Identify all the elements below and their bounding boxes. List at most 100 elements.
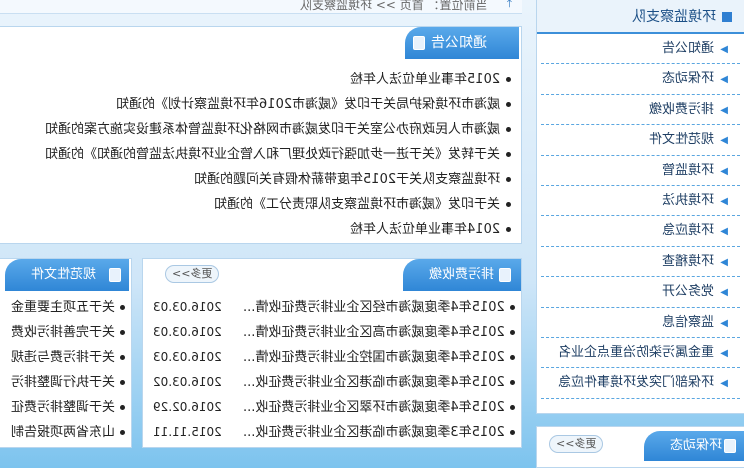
bullet-icon: [120, 405, 125, 410]
bullet-icon: [510, 305, 515, 310]
sidebar-item[interactable]: 重金属污染防治重点企业名 ◀: [541, 338, 740, 369]
notice-item-link[interactable]: 威海市人民政府办公室关于印发威海市网格化环境监管体系建设实施方案的通知: [45, 117, 500, 142]
bullet-icon: [510, 355, 515, 360]
fee-link[interactable]: 2015年4季度威海市环翠区企业排污费征收...: [243, 395, 505, 420]
notice-item-link[interactable]: 关于印发《威海市环境监察支队职责分工》的通知: [214, 192, 500, 217]
regulation-item[interactable]: 山东省两项报告制: [11, 420, 125, 445]
fee-item[interactable]: 2016.03.03 2015年4季度威海市高区企业排污费征收情...: [153, 320, 515, 345]
regulation-item[interactable]: 关于执行调整排污: [11, 370, 125, 395]
triangle-left-icon: ◀: [720, 44, 728, 55]
fee-link[interactable]: 2015年4季度威海市临港区企业排污费征收...: [243, 370, 505, 395]
sidebar-item[interactable]: 环保动态 ◀: [541, 64, 740, 95]
notice-item[interactable]: 威海市人民政府办公室关于印发威海市网格化环境监管体系建设实施方案的通知: [0, 117, 511, 142]
sidebar-item[interactable]: 通知公告 ◀: [541, 34, 740, 65]
notice-tab[interactable]: 通知公告: [405, 27, 519, 59]
notice-item[interactable]: 2015年事业单位法人年检: [0, 67, 511, 92]
triangle-left-icon: ◀: [720, 256, 728, 268]
regulation-item[interactable]: 关于完善排污收费: [11, 320, 125, 345]
sidebar: 环境监察支队 通知公告 ◀ 环保动态 ◀ 排污费收缴 ◀ 规范性文件 ◀ 环境监管 ◀ 环…: [536, 0, 744, 414]
document-icon: [724, 439, 736, 453]
notice-item-link[interactable]: 2014年事业单位法人年检: [350, 217, 500, 242]
fee-item[interactable]: 2016.03.03 2015年4季度威海市经区企业排污费征收情...: [153, 295, 515, 320]
fee-link[interactable]: 2015年3季度威海市临港区企业排污费征收...: [243, 420, 505, 445]
fee-item[interactable]: 2016.03.02 2015年4季度威海市临港区企业排污费征收...: [153, 370, 515, 395]
sidebar-item-label: 规范性文件: [649, 132, 715, 148]
regulation-item[interactable]: 关于五项主要重金: [11, 295, 125, 320]
notice-item[interactable]: 环境监察支队关于2015年度带薪休假有关问题的通知: [0, 167, 511, 192]
sidebar-item-label: 党务公开: [662, 284, 715, 300]
regulation-item[interactable]: 关于调整排污费征: [11, 395, 125, 420]
regulation-item[interactable]: 关于排污费与违规: [11, 345, 125, 370]
triangle-left-icon: ◀: [720, 104, 728, 116]
square-icon: [722, 12, 732, 22]
env-news-panel: 更多>> 环保动态: [536, 426, 744, 468]
sidebar-item[interactable]: 监察信息 ◀: [541, 308, 740, 338]
regulations-list: 关于五项主要重金 关于完善排污收费 关于排污费与违规 关于执行调整排污 关于调整…: [11, 295, 125, 445]
document-icon: [499, 268, 511, 282]
sidebar-item[interactable]: 排污费收缴 ◀: [541, 95, 740, 126]
bullet-icon: [506, 127, 511, 132]
breadcrumb: 当前位置： 首页 >> 环境监察支队 ⤒: [0, 0, 522, 14]
triangle-left-icon: ◀: [720, 165, 728, 177]
notice-title: 通知公告: [431, 35, 487, 51]
env-news-title: 环保动态: [670, 438, 723, 453]
env-news-more-button[interactable]: 更多>>: [549, 435, 603, 453]
regulation-link[interactable]: 关于完善排污收费: [11, 320, 115, 345]
notice-item-link[interactable]: 关于转发《关于进一步加强行政处理厂和入管企业环境执法监管的通知》的通知: [45, 142, 500, 167]
notice-item-link[interactable]: 环境监察支队关于2015年度带薪休假有关问题的通知: [194, 167, 500, 192]
sidebar-item[interactable]: 环保部门突发环境事件应急 ◀: [541, 368, 740, 399]
sidebar-item-label: 监察信息: [662, 314, 715, 330]
sidebar-item[interactable]: 环境应急 ◀: [541, 216, 740, 247]
fees-tab[interactable]: 排污费收缴: [403, 259, 521, 291]
fee-date: 2016.03.02: [153, 375, 222, 389]
sidebar-item-label: 排污费收缴: [649, 101, 715, 117]
bullet-icon: [510, 380, 515, 385]
document-icon: [109, 268, 121, 282]
triangle-left-icon: ◀: [720, 347, 728, 359]
bullet-icon: [506, 227, 511, 232]
sidebar-item[interactable]: 环境执法 ◀: [541, 186, 740, 217]
fee-date: 2016.03.03: [153, 300, 222, 314]
notice-item[interactable]: 关于转发《关于进一步加强行政处理厂和入管企业环境执法监管的通知》的通知: [0, 142, 511, 167]
bullet-icon: [120, 355, 125, 360]
sidebar-item[interactable]: 规范性文件 ◀: [541, 125, 740, 156]
sidebar-item-label: 重金属污染防治重点企业名: [558, 344, 715, 360]
fee-item[interactable]: 2016.02.29 2015年4季度威海市环翠区企业排污费征收...: [153, 395, 515, 420]
triangle-left-icon: ◀: [720, 226, 728, 238]
sidebar-item[interactable]: 环境稽查 ◀: [541, 247, 740, 278]
regulations-panel: 规范性文件 关于五项主要重金 关于完善排污收费 关于排污费与违规 关于执行调整排…: [0, 258, 132, 448]
regulation-link[interactable]: 关于五项主要重金: [11, 295, 115, 320]
fee-item[interactable]: 2015.11.11 2015年3季度威海市临港区企业排污费征收...: [153, 420, 515, 445]
fee-link[interactable]: 2015年4季度威海市国控企业排污费征收情...: [243, 345, 505, 370]
notice-item-link[interactable]: 威海市环境保护局关于印发《威海市2016年环境监察计划》的通知: [116, 92, 500, 117]
sidebar-item-label: 环境监管: [662, 162, 715, 178]
triangle-left-icon: ◀: [720, 135, 728, 147]
sidebar-item[interactable]: 党务公开 ◀: [541, 277, 740, 308]
regulation-link[interactable]: 关于排污费与违规: [11, 345, 115, 370]
fees-more-label: 更多>>: [171, 267, 213, 280]
regulations-tab[interactable]: 规范性文件: [5, 259, 129, 291]
regulation-link[interactable]: 山东省两项报告制: [11, 420, 115, 445]
bullet-icon: [120, 430, 125, 435]
fee-item[interactable]: 2016.03.03 2015年4季度威海市国控企业排污费征收情...: [153, 345, 515, 370]
fee-link[interactable]: 2015年4季度威海市经区企业排污费征收情...: [243, 295, 505, 320]
triangle-left-icon: ◀: [720, 378, 728, 390]
sidebar-item[interactable]: 环境监管 ◀: [541, 156, 740, 186]
fee-date: 2016.02.29: [153, 400, 222, 414]
regulation-link[interactable]: 关于调整排污费征: [11, 395, 115, 420]
bullet-icon: [506, 77, 511, 82]
env-news-more-label: 更多>>: [555, 437, 597, 450]
sidebar-item-label: 环境应急: [662, 223, 715, 239]
triangle-left-icon: ◀: [720, 287, 728, 299]
notice-item-link[interactable]: 2015年事业单位法人年检: [350, 67, 500, 92]
notice-item[interactable]: 关于印发《威海市环境监察支队职责分工》的通知: [0, 192, 511, 217]
bullet-icon: [510, 330, 515, 335]
notice-item[interactable]: 2014年事业单位法人年检: [0, 217, 511, 242]
env-news-tab[interactable]: 环保动态: [644, 431, 744, 461]
fee-link[interactable]: 2015年4季度威海市高区企业排污费征收情...: [243, 320, 505, 345]
notice-item[interactable]: 威海市环境保护局关于印发《威海市2016年环境监察计划》的通知: [0, 92, 511, 117]
fees-list: 2016.03.03 2015年4季度威海市经区企业排污费征收情... 2016.…: [153, 295, 515, 445]
triangle-left-icon: ◀: [720, 317, 728, 329]
regulation-link[interactable]: 关于执行调整排污: [11, 370, 115, 395]
fees-more-button[interactable]: 更多>>: [165, 265, 219, 283]
